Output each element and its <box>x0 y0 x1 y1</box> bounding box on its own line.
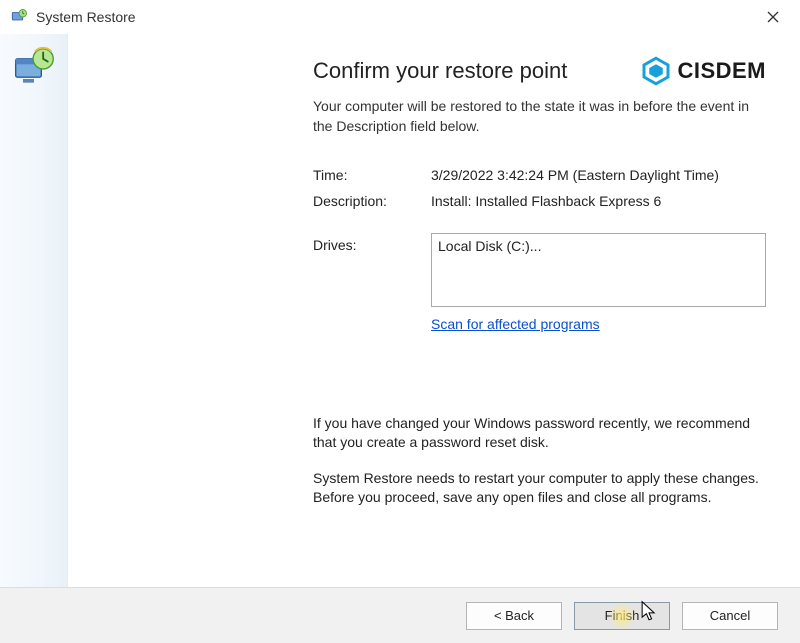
app-icon-small <box>10 8 28 26</box>
window-title: System Restore <box>36 9 756 25</box>
description-label: Description: <box>313 193 431 209</box>
titlebar: System Restore <box>0 0 800 34</box>
drives-value: Local Disk (C:)... <box>438 238 541 254</box>
brand-logo: CISDEM <box>641 56 766 86</box>
password-note: If you have changed your Windows passwor… <box>313 414 766 453</box>
brand-text: CISDEM <box>677 58 766 84</box>
cancel-button[interactable]: Cancel <box>682 602 778 630</box>
footer-buttons: < Back Finish Cancel <box>0 587 800 643</box>
intro-text: Your computer will be restored to the st… <box>313 96 766 137</box>
page-title: Confirm your restore point <box>313 58 567 84</box>
time-value: 3/29/2022 3:42:24 PM (Eastern Daylight T… <box>431 167 766 183</box>
cisdem-icon <box>641 56 671 86</box>
back-button[interactable]: < Back <box>466 602 562 630</box>
drives-list[interactable]: Local Disk (C:)... <box>431 233 766 307</box>
system-restore-icon <box>12 46 56 90</box>
sidebar <box>0 34 68 587</box>
finish-button[interactable]: Finish <box>574 602 670 630</box>
restart-note: System Restore needs to restart your com… <box>313 469 766 508</box>
description-value: Install: Installed Flashback Express 6 <box>431 193 766 209</box>
scan-affected-programs-link[interactable]: Scan for affected programs <box>431 316 600 332</box>
close-button[interactable] <box>756 3 790 31</box>
time-label: Time: <box>313 167 431 183</box>
content-area: Confirm your restore point CISDEM Your c… <box>68 34 800 587</box>
dialog-body: Confirm your restore point CISDEM Your c… <box>0 34 800 587</box>
drives-label: Drives: <box>313 233 431 307</box>
